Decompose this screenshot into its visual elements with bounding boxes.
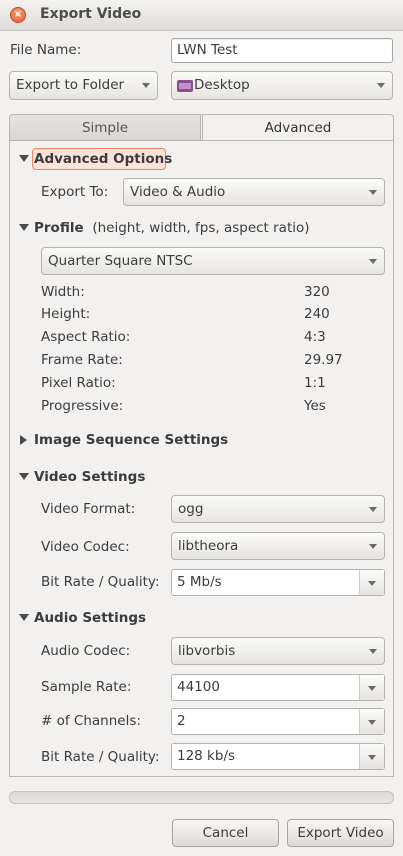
video-codec-label: Video Codec: <box>41 539 130 555</box>
cancel-button[interactable]: Cancel <box>172 819 279 847</box>
expander-down-icon[interactable] <box>19 155 29 162</box>
export-video-button[interactable]: Export Video <box>287 819 394 847</box>
file-name-input[interactable]: LWN Test <box>171 38 393 63</box>
export-to-label: Export To: <box>41 184 109 200</box>
pixel-ratio-label: Pixel Ratio: <box>41 375 116 391</box>
audio-codec-label: Audio Codec: <box>41 643 131 659</box>
audio-codec-value: libvorbis <box>178 643 236 659</box>
title-bar: × Export Video <box>0 0 403 31</box>
close-icon[interactable]: × <box>10 7 26 23</box>
folder-dropdown[interactable]: Desktop <box>171 71 393 100</box>
expander-right-icon[interactable] <box>20 435 27 445</box>
frame-rate-value: 29.97 <box>304 352 343 368</box>
sample-rate-dropdown-button[interactable] <box>359 675 384 700</box>
chevron-down-icon <box>368 720 376 725</box>
video-codec-dropdown[interactable]: libtheora <box>171 532 385 560</box>
sample-rate-value: 44100 <box>177 679 220 695</box>
pixel-ratio-value: 1:1 <box>304 375 326 391</box>
image-sequence-header[interactable]: Image Sequence Settings <box>34 432 228 448</box>
video-bitrate-combo[interactable]: 5 Mb/s <box>171 569 385 596</box>
chevron-down-icon <box>369 544 377 549</box>
aspect-ratio-label: Aspect Ratio: <box>41 329 131 345</box>
profile-header[interactable]: Profile (height, width, fps, aspect rati… <box>34 220 310 236</box>
profile-hint: (height, width, fps, aspect ratio) <box>92 220 310 236</box>
audio-settings-header[interactable]: Audio Settings <box>34 610 146 626</box>
height-label: Height: <box>41 306 91 322</box>
advanced-options-header[interactable]: Advanced Options <box>34 151 172 167</box>
video-bitrate-label: Bit Rate / Quality: <box>41 574 160 590</box>
export-progress-bar <box>9 791 394 804</box>
video-format-value: ogg <box>178 501 204 517</box>
chevron-down-icon <box>368 755 376 760</box>
export-to-value: Video & Audio <box>130 184 226 200</box>
video-settings-header[interactable]: Video Settings <box>34 469 145 485</box>
chevron-down-icon <box>142 83 150 88</box>
chevron-down-icon <box>369 259 377 264</box>
chevron-down-icon <box>369 649 377 654</box>
tab-advanced[interactable]: Advanced <box>202 114 394 142</box>
expander-down-icon[interactable] <box>19 224 29 231</box>
width-label: Width: <box>41 284 85 300</box>
profile-dropdown[interactable]: Quarter Square NTSC <box>41 247 385 275</box>
video-bitrate-value: 5 Mb/s <box>177 574 222 590</box>
progressive-label: Progressive: <box>41 398 124 414</box>
audio-codec-dropdown[interactable]: libvorbis <box>171 637 385 665</box>
export-to-folder-dropdown[interactable]: Export to Folder <box>9 71 158 100</box>
frame-rate-label: Frame Rate: <box>41 352 123 368</box>
chevron-down-icon <box>368 581 376 586</box>
aspect-ratio-value: 4:3 <box>304 329 326 345</box>
export-to-dropdown[interactable]: Video & Audio <box>123 178 385 206</box>
profile-value: Quarter Square NTSC <box>48 253 193 269</box>
chevron-down-icon <box>368 686 376 691</box>
audio-bitrate-dropdown-button[interactable] <box>359 744 384 769</box>
video-format-label: Video Format: <box>41 501 136 517</box>
chevron-down-icon <box>377 83 385 88</box>
file-name-label: File Name: <box>10 42 82 58</box>
chevron-down-icon <box>369 507 377 512</box>
channels-dropdown-button[interactable] <box>359 709 384 734</box>
video-bitrate-dropdown-button[interactable] <box>359 570 384 595</box>
folder-icon <box>177 80 193 92</box>
expander-down-icon[interactable] <box>19 473 29 480</box>
sample-rate-label: Sample Rate: <box>41 679 132 695</box>
height-value: 240 <box>304 306 330 322</box>
width-value: 320 <box>304 284 330 300</box>
window-title: Export Video <box>40 6 142 22</box>
folder-value: Desktop <box>194 77 250 93</box>
channels-combo[interactable]: 2 <box>171 708 385 735</box>
chevron-down-icon <box>369 190 377 195</box>
channels-label: # of Channels: <box>41 713 141 729</box>
tab-simple[interactable]: Simple <box>9 114 201 141</box>
audio-bitrate-label: Bit Rate / Quality: <box>41 749 160 765</box>
progressive-value: Yes <box>304 398 326 414</box>
profile-title: Profile <box>34 220 84 236</box>
channels-value: 2 <box>177 713 186 729</box>
video-codec-value: libtheora <box>178 538 239 554</box>
export-mode-value: Export to Folder <box>16 77 125 93</box>
audio-bitrate-value: 128 kb/s <box>177 748 236 764</box>
audio-bitrate-combo[interactable]: 128 kb/s <box>171 743 385 770</box>
video-format-dropdown[interactable]: ogg <box>171 495 385 523</box>
sample-rate-combo[interactable]: 44100 <box>171 674 385 701</box>
expander-down-icon[interactable] <box>19 614 29 621</box>
